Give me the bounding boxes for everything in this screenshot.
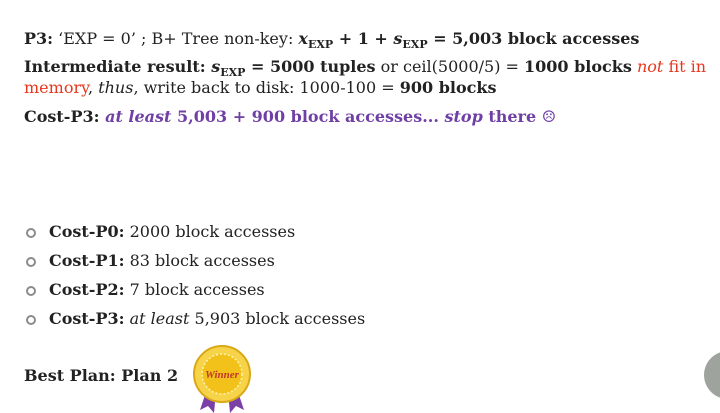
cost-label: Cost-P2: xyxy=(49,280,125,299)
memory-word: memory xyxy=(24,78,89,97)
comma: , xyxy=(88,78,99,97)
p3-s-sub: EXP xyxy=(402,38,428,51)
p3-label: P3: xyxy=(24,29,54,48)
bullet-icon xyxy=(26,228,36,238)
best-plan: Best Plan: Plan 2 xyxy=(24,366,179,385)
thus-word: thus xyxy=(98,78,134,97)
intermediate-ceil: or ceil(5000/5) = xyxy=(375,57,525,76)
cost-p3-label: Cost-P3: xyxy=(24,107,106,126)
bullet-icon xyxy=(26,286,36,296)
badge-text: Winner xyxy=(205,369,240,381)
p3-condition: ‘EXP = 0’ ; B+ Tree non-key: xyxy=(53,29,299,48)
cost-label: Cost-P0: xyxy=(49,222,125,241)
bullet-icon xyxy=(26,315,36,325)
p3-line: P3: ‘EXP = 0’ ; B+ Tree non-key: xEXP + … xyxy=(24,29,639,55)
p3-x-var: x xyxy=(298,29,308,48)
cost-p3-stop: stop xyxy=(444,107,483,126)
winner-medal-icon: Winner xyxy=(193,345,251,413)
cost-value: 7 block accesses xyxy=(124,280,265,299)
list-item: Cost-P3: at least 5,903 block accesses xyxy=(24,309,365,338)
list-item: Cost-P1: 83 block accesses xyxy=(24,251,365,280)
cost-value: 5,903 block accesses xyxy=(189,309,366,328)
cost-list: Cost-P0: 2000 block accesses Cost-P1: 83… xyxy=(24,222,365,338)
list-item: Cost-P0: 2000 block accesses xyxy=(24,222,365,251)
intermediate-tuples: = 5000 tuples xyxy=(245,57,376,76)
write-back-text: , write back to disk: 1000-100 = xyxy=(133,78,400,97)
intermediate-line-2: memory, thus, write back to disk: 1000-1… xyxy=(24,78,496,98)
cost-label: Cost-P3: xyxy=(49,309,125,328)
cost-p3-there: there ☹ xyxy=(482,107,557,126)
corner-circle xyxy=(704,351,720,399)
intermediate-blocks: 1000 blocks xyxy=(524,57,632,76)
p3-x-sub: EXP xyxy=(307,38,334,51)
cost-p3-line: Cost-P3: at least 5,003 + 900 block acce… xyxy=(24,107,556,127)
cost-value: 2000 block accesses xyxy=(124,222,296,241)
list-item: Cost-P2: 7 block accesses xyxy=(24,280,365,309)
write-back-result: 900 blocks xyxy=(399,78,497,97)
p3-plus-one: + 1 + xyxy=(333,29,394,48)
intermediate-s-var: s xyxy=(211,57,221,76)
intermediate-label: Intermediate result: xyxy=(24,57,212,76)
cost-italic: at least xyxy=(124,309,190,328)
not-fit-rest: fit in xyxy=(663,57,707,76)
cost-p3-sum: 5,003 + 900 block accesses... xyxy=(171,107,445,126)
not-fit-word: not xyxy=(636,57,664,76)
p3-result: = 5,003 block accesses xyxy=(427,29,640,48)
cost-p3-at-least: at least xyxy=(105,107,172,126)
cost-value: 83 block accesses xyxy=(124,251,275,270)
cost-label: Cost-P1: xyxy=(49,251,125,270)
bullet-icon xyxy=(26,257,36,267)
